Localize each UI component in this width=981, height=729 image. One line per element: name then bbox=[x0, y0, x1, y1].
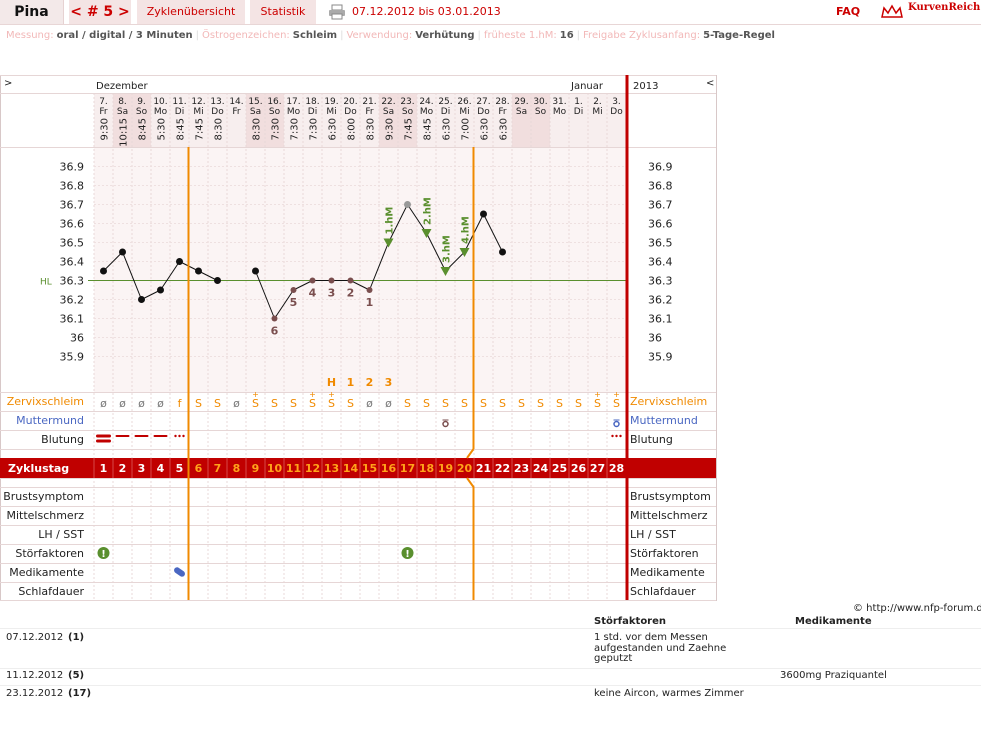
note-disturbance: aufgestanden und Zaehne bbox=[594, 642, 727, 654]
note-separator bbox=[0, 685, 981, 686]
footer-notes: © http://www.nfp-forum.de Störfaktoren Med… bbox=[0, 0, 981, 729]
column-header-medication: Medikamente bbox=[795, 616, 872, 627]
note-cycle-day: (1) bbox=[68, 632, 85, 643]
note-date: 11.12.2012 bbox=[6, 670, 64, 681]
note-disturbance: keine Aircon, warmes Zimmer bbox=[594, 688, 744, 699]
note-date: 23.12.2012 bbox=[6, 688, 64, 699]
column-header-disturbances: Störfaktoren bbox=[594, 616, 667, 627]
copyright: © http://www.nfp-forum.de bbox=[853, 603, 981, 614]
note-medication: 3600mg Praziquantel bbox=[780, 670, 887, 681]
note-disturbance: 1 std. vor dem Messen bbox=[594, 632, 708, 643]
note-separator bbox=[0, 628, 981, 629]
note-disturbance: geputzt bbox=[594, 653, 633, 664]
note-cycle-day: (5) bbox=[68, 670, 85, 681]
note-date: 07.12.2012 bbox=[6, 632, 64, 643]
note-cycle-day: (17) bbox=[68, 688, 92, 699]
note-separator bbox=[0, 668, 981, 669]
